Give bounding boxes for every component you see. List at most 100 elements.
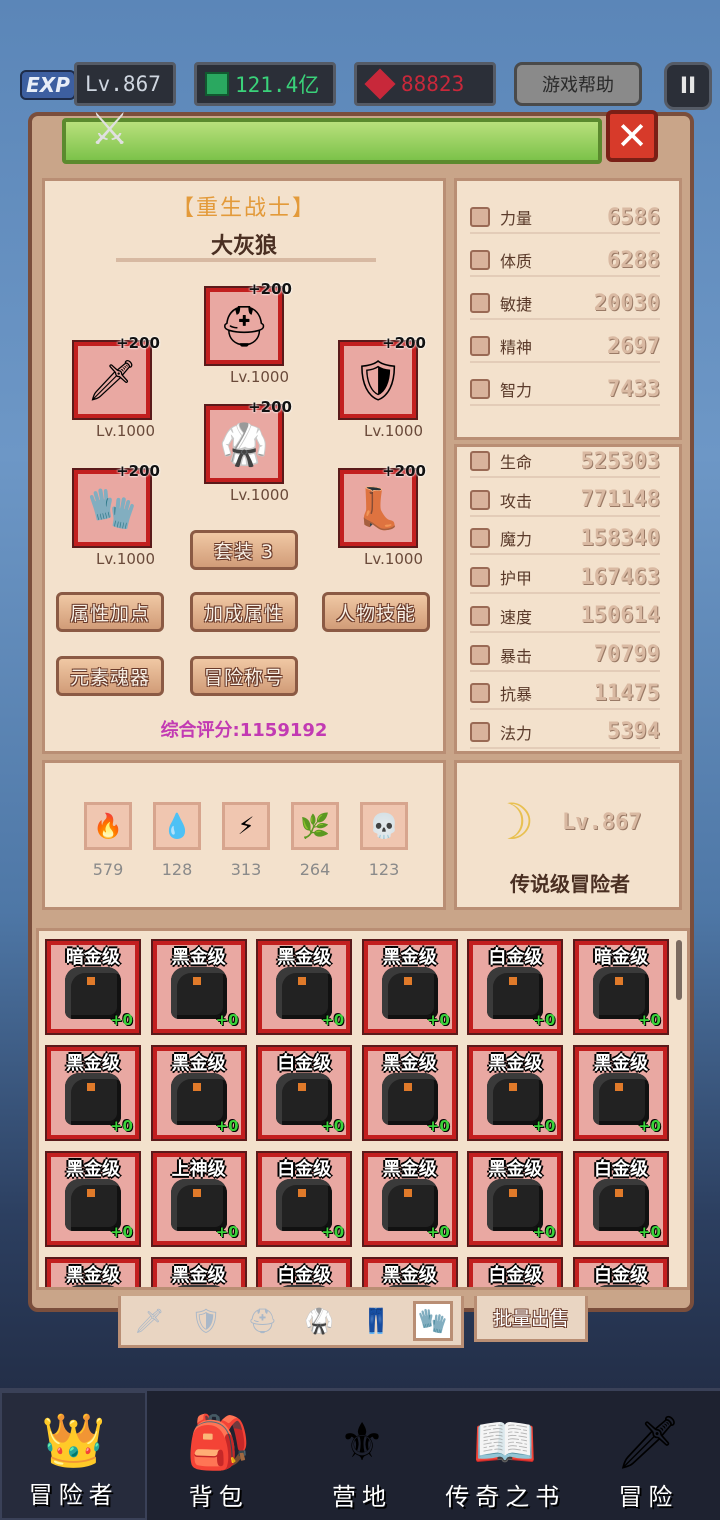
inventory-item[interactable]: 黑金级+0 [363,1047,456,1139]
inventory-item[interactable]: 黑金级+0 [47,1259,139,1287]
inventory-scrollbar[interactable] [676,940,682,1000]
equip-level: Lv.1000 [96,550,156,568]
nav-item-4[interactable]: 🗡 冒险 [577,1391,720,1520]
item-enhance: +0 [109,1011,133,1029]
adventure-title-button[interactable]: 冒险称号 [190,656,298,696]
set-bonus-button[interactable]: 套装 3 [190,530,298,570]
game-help-button[interactable]: 游戏帮助 [514,62,642,106]
skull-icon[interactable]: 💀 [360,802,408,850]
enhance-level: +200 [382,462,426,480]
character-name: 大灰狼 [210,234,277,259]
stat-label: 攻击 [500,491,533,511]
character-class: 【重生战士】 [171,196,316,221]
inventory-item[interactable]: 白金级+0 [575,1259,667,1287]
equip-level: Lv.1000 [364,550,424,568]
close-button[interactable]: ✕ [606,110,658,162]
water-icon[interactable]: 💧 [153,802,201,850]
inventory-item[interactable]: 黑金级+0 [47,1153,139,1245]
inventory-item[interactable]: 黑金级+0 [469,1153,562,1245]
inventory-item[interactable]: 黑金级 +0 [469,1047,562,1139]
equip-slot-weapon[interactable]: 🗡 +200 [74,334,160,418]
item-grade: 黑金级 [171,1053,226,1074]
inventory-item[interactable]: 白金级+0 [258,1047,351,1139]
gloves-icon: 🧤 [87,485,137,532]
inventory-item[interactable]: 黑金级+0 [152,1047,245,1139]
item-grade: 黑金级 [66,1265,120,1286]
equip-slot-helmet[interactable]: ⛑ +200 [206,280,292,364]
stat-row: 生命 525303 [470,446,660,478]
inventory-item[interactable]: 黑金级+0 [363,941,456,1033]
inventory-item[interactable]: 黑金级+0 [47,1047,139,1139]
inventory-item[interactable]: 黑金级+0 [363,1259,456,1287]
inventory-item[interactable]: 黑金级+0 [258,941,351,1033]
nav-item-1[interactable]: 🎒 背包 [147,1391,290,1520]
pants-tab-icon[interactable]: 👖 [356,1301,396,1341]
stat-icon [470,451,490,471]
stat-row: 抗暴 11475 [470,678,660,711]
stat-label: 抗暴 [500,685,533,705]
item-grade: 黑金级 [488,1053,543,1074]
item-grade: 上神级 [171,1159,226,1180]
item-enhance: +0 [532,1223,556,1241]
stat-label: 精神 [500,338,533,357]
inventory-item[interactable]: 暗金级 +0 [575,941,667,1033]
helmet-tab-icon[interactable]: ⛑ [243,1301,283,1341]
fire-icon[interactable]: 🔥 [84,802,132,850]
equip-slot-gloves[interactable]: 🧤 +200 [74,462,160,546]
character-skills-button[interactable]: 人物技能 [322,592,430,632]
inventory-item[interactable]: 白金级+0 [258,1259,351,1287]
bonus-attributes-button[interactable]: 加成属性 [190,592,298,632]
stat-icon [470,207,490,227]
sword-tab-icon[interactable]: 🗡 [129,1301,169,1341]
item-enhance: +0 [109,1117,133,1135]
gem-amount: 121.4亿 [235,73,320,97]
nav-item-0[interactable]: 👑 冒险者 [0,1391,148,1520]
item-enhance: +0 [321,1223,345,1241]
attribute-points-button[interactable]: 属性加点 [56,592,164,632]
inventory-item[interactable]: 黑金级+0 [152,1259,245,1287]
item-grade: 黑金级 [382,1159,437,1180]
inventory-item[interactable]: 白金级 +0 [469,941,562,1033]
equip-slot-armor[interactable]: 🥋 +200 [206,398,292,482]
ruby-amount: 88823 [401,72,465,96]
item-grade: 白金级 [488,947,543,968]
crossed-swords-icon: ⚔ [90,104,130,155]
element-soul-button[interactable]: 元素魂器 [56,656,164,696]
lightning-icon[interactable]: ⚡ [222,802,270,850]
helmet-icon: ⛑ [218,303,270,350]
gloves-tab-icon[interactable]: 🧤 [412,1300,453,1341]
item-enhance: +0 [532,1011,556,1029]
shield-tab-icon[interactable]: 🛡 [186,1301,226,1341]
nature-icon[interactable]: 🌿 [291,802,339,850]
inventory-item[interactable]: 白金级+0 [575,1153,667,1245]
item-enhance: +0 [532,1117,556,1135]
equip-slot-shield[interactable]: 🛡 +200 [340,334,426,418]
nav-item-3[interactable]: 📖 传奇之书 [434,1391,577,1520]
nav-item-2[interactable]: ⚜ 营地 [290,1391,433,1520]
inventory-item[interactable]: 黑金级+0 [152,941,245,1033]
nav-label: 营地 [332,1483,392,1511]
element-value: 313 [230,860,262,879]
armor-tab-icon[interactable]: 🥋 [299,1301,339,1341]
stat-icon [470,528,490,549]
equip-level: Lv.1000 [230,486,290,504]
inventory-item[interactable]: 黑金级+0 [363,1153,456,1245]
sword-icon: 🗡 [86,357,138,404]
inventory-item[interactable]: 白金级+0 [469,1259,562,1287]
inventory-grid[interactable]: 暗金级 +0 黑金级 +0 黑金级 +0 黑金级 +0 白金级 +0 暗金级 +0 黑金级 +0 黑金级 +0… [36,928,690,1290]
item-enhance: +0 [215,1011,239,1029]
inventory-item[interactable]: 黑金级+0 [575,1047,667,1139]
equip-slot-boots[interactable]: 👢 +200 [340,462,426,546]
inventory-item[interactable]: 白金级+0 [258,1153,351,1245]
batch-sell-button[interactable]: 批量出售 [474,1296,588,1342]
stat-icon [470,489,490,510]
stat-value: 70799 [593,642,660,667]
pause-button[interactable]: II [664,62,712,110]
element-value: 128 [161,860,193,879]
inventory-item[interactable]: 上神级 +0 [152,1153,245,1245]
item-grade: 白金级 [277,1053,332,1074]
inventory-item[interactable]: 暗金级 +0 [47,941,139,1033]
stat-row: 智力 7433 [470,374,660,406]
stat-icon [470,567,490,588]
stat-value: 150614 [580,603,660,629]
